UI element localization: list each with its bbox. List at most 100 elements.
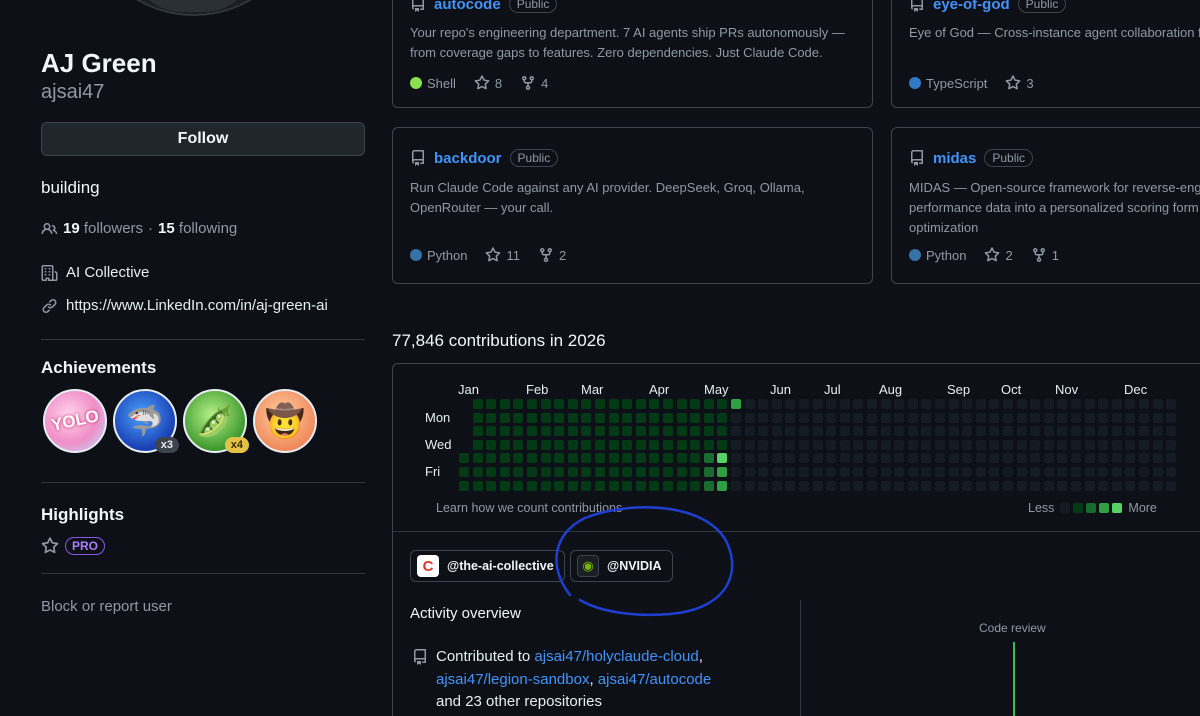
contribution-day[interactable] — [1152, 467, 1163, 477]
contribution-day[interactable] — [744, 480, 755, 491]
contribution-day[interactable] — [1003, 426, 1013, 437]
contribution-day[interactable] — [894, 399, 905, 409]
contribution-day[interactable] — [1003, 439, 1013, 450]
contribution-day[interactable] — [962, 439, 973, 450]
contribution-day[interactable] — [690, 412, 701, 423]
contribution-day[interactable] — [608, 480, 619, 491]
contribution-day[interactable] — [1111, 439, 1122, 450]
contribution-day[interactable] — [554, 412, 565, 423]
contribution-day[interactable] — [1057, 453, 1068, 464]
contribution-day[interactable] — [472, 426, 483, 437]
contribution-day[interactable] — [867, 426, 877, 437]
contribution-day[interactable] — [1057, 399, 1068, 409]
contribution-day[interactable] — [1084, 399, 1095, 409]
contribution-day[interactable] — [649, 453, 660, 464]
contribution-day[interactable] — [907, 399, 918, 409]
contribution-day[interactable] — [975, 412, 986, 423]
contribution-day[interactable] — [812, 467, 823, 477]
contribution-day[interactable] — [1057, 412, 1068, 423]
contribution-day[interactable] — [1043, 453, 1054, 464]
contribution-day[interactable] — [812, 439, 823, 450]
contribution-day[interactable] — [989, 467, 1000, 477]
contribution-day[interactable] — [622, 426, 633, 437]
contribution-day[interactable] — [690, 399, 701, 409]
contribution-day[interactable] — [513, 426, 524, 437]
contribution-day[interactable] — [975, 453, 986, 464]
contribution-day[interactable] — [703, 480, 714, 491]
contribution-day[interactable] — [540, 453, 551, 464]
achievement-yolo[interactable]: YOLO — [43, 389, 107, 453]
contribution-day[interactable] — [799, 480, 809, 491]
contribution-day[interactable] — [595, 467, 605, 477]
avatar[interactable] — [96, 0, 292, 16]
contribution-day[interactable] — [812, 426, 823, 437]
contribution-day[interactable] — [826, 453, 837, 464]
forks-link[interactable]: 4 — [520, 75, 548, 91]
block-report-link[interactable]: Block or report user — [41, 598, 172, 615]
contribution-day[interactable] — [540, 480, 551, 491]
contribution-day[interactable] — [1030, 480, 1041, 491]
contribution-day[interactable] — [731, 439, 741, 450]
contribution-day[interactable] — [635, 453, 646, 464]
contribution-day[interactable] — [663, 467, 673, 477]
contribution-day[interactable] — [731, 453, 741, 464]
contribution-day[interactable] — [499, 480, 510, 491]
contribution-day[interactable] — [717, 426, 728, 437]
contribution-day[interactable] — [581, 467, 592, 477]
contribution-day[interactable] — [635, 439, 646, 450]
repo-link[interactable]: ajsai47/legion-sandbox — [436, 671, 589, 688]
contribution-day[interactable] — [459, 467, 469, 477]
contribution-day[interactable] — [622, 467, 633, 477]
contribution-day[interactable] — [499, 439, 510, 450]
contribution-day[interactable] — [826, 439, 837, 450]
contribution-day[interactable] — [853, 412, 864, 423]
contribution-day[interactable] — [921, 439, 932, 450]
contribution-day[interactable] — [894, 412, 905, 423]
contribution-day[interactable] — [771, 467, 782, 477]
contribution-day[interactable] — [758, 412, 769, 423]
contribution-day[interactable] — [1084, 480, 1095, 491]
contribution-day[interactable] — [622, 412, 633, 423]
learn-contributions-link[interactable]: Learn how we count contributions — [436, 501, 622, 515]
following-link[interactable]: 15 following — [158, 220, 237, 237]
contribution-day[interactable] — [948, 426, 959, 437]
contribution-day[interactable] — [663, 480, 673, 491]
contribution-day[interactable] — [758, 439, 769, 450]
contribution-day[interactable] — [771, 399, 782, 409]
contribution-day[interactable] — [567, 426, 578, 437]
contribution-day[interactable] — [744, 399, 755, 409]
contribution-day[interactable] — [554, 399, 565, 409]
contribution-day[interactable] — [907, 412, 918, 423]
contribution-day[interactable] — [499, 412, 510, 423]
contribution-day[interactable] — [853, 439, 864, 450]
contribution-day[interactable] — [799, 412, 809, 423]
contribution-day[interactable] — [867, 439, 877, 450]
contribution-day[interactable] — [975, 439, 986, 450]
forks-link[interactable]: 1 — [1031, 247, 1059, 263]
contribution-day[interactable] — [1139, 480, 1149, 491]
contribution-day[interactable] — [595, 426, 605, 437]
contribution-day[interactable] — [785, 453, 796, 464]
contribution-day[interactable] — [785, 399, 796, 409]
contribution-day[interactable] — [581, 412, 592, 423]
contribution-day[interactable] — [649, 439, 660, 450]
contribution-day[interactable] — [1152, 453, 1163, 464]
stars-link[interactable]: 2 — [984, 247, 1013, 263]
contribution-day[interactable] — [676, 480, 687, 491]
contribution-day[interactable] — [744, 453, 755, 464]
contribution-day[interactable] — [989, 439, 1000, 450]
contribution-day[interactable] — [1016, 399, 1027, 409]
contribution-day[interactable] — [744, 412, 755, 423]
contribution-day[interactable] — [635, 399, 646, 409]
contribution-day[interactable] — [880, 453, 891, 464]
contribution-day[interactable] — [1016, 412, 1027, 423]
contribution-day[interactable] — [513, 467, 524, 477]
contribution-day[interactable] — [1016, 439, 1027, 450]
org-chip-nvidia[interactable]: ◉ @NVIDIA — [570, 550, 673, 582]
contribution-day[interactable] — [1098, 412, 1109, 423]
contribution-day[interactable] — [527, 480, 537, 491]
contribution-day[interactable] — [554, 426, 565, 437]
contribution-day[interactable] — [989, 412, 1000, 423]
contribution-day[interactable] — [1003, 453, 1013, 464]
contribution-day[interactable] — [758, 426, 769, 437]
